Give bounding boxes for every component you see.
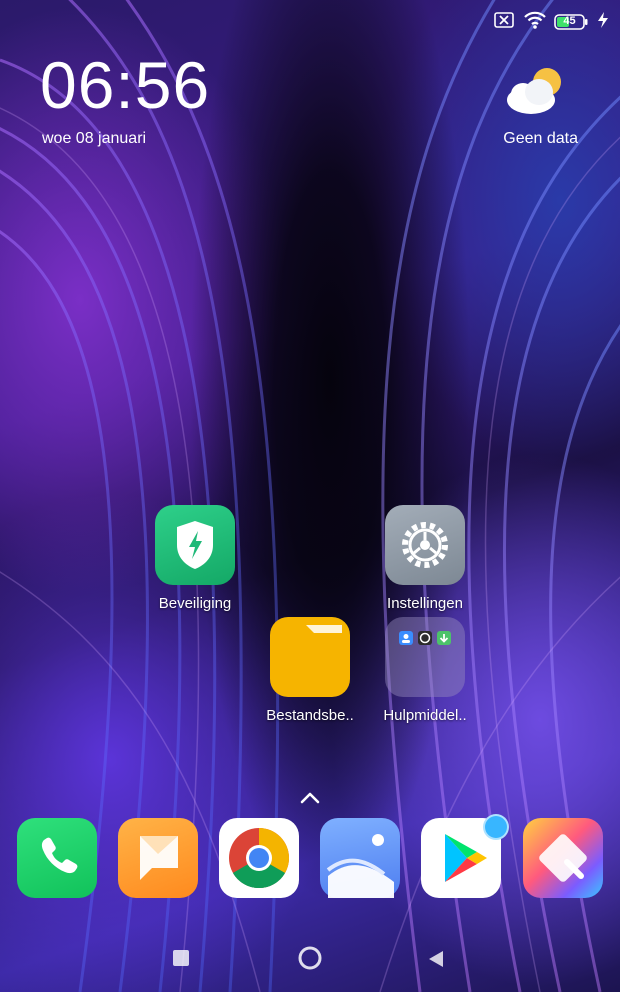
- wifi-icon: [524, 11, 546, 34]
- dock-chrome-icon[interactable]: [219, 818, 299, 898]
- battery-icon: 45: [554, 13, 588, 31]
- app-label: Bestandsbe..: [266, 707, 354, 724]
- dock-gallery-icon[interactable]: [320, 818, 400, 898]
- dock-messages-icon[interactable]: [118, 818, 198, 898]
- clock-date[interactable]: woe 08 januari: [42, 130, 146, 148]
- app-label: Hulpmiddel..: [383, 707, 467, 724]
- app-label: Instellingen: [387, 595, 463, 612]
- app-label: Beveiliging: [158, 595, 232, 612]
- charging-icon: [596, 11, 610, 34]
- recents-button[interactable]: [173, 950, 189, 971]
- back-button[interactable]: [428, 950, 444, 973]
- app-instellingen[interactable]: Instellingen: [370, 505, 480, 612]
- update-badge-icon: [483, 814, 509, 840]
- weather-widget[interactable]: [490, 64, 580, 121]
- gear-icon: [385, 505, 465, 585]
- tools-folder-icon: [385, 617, 465, 697]
- folder-icon: [270, 617, 350, 697]
- app-bestandsbeheer[interactable]: Bestandsbe..: [255, 617, 365, 724]
- dock-phone-icon[interactable]: [17, 818, 97, 898]
- partly-cloudy-icon: [503, 68, 567, 120]
- home-button[interactable]: [297, 945, 323, 976]
- status-bar: 45: [494, 10, 610, 34]
- battery-level: 45: [563, 15, 576, 27]
- app-drawer-chevron-icon[interactable]: [298, 790, 322, 811]
- sim-off-icon: [494, 11, 516, 33]
- dock-play-store-icon[interactable]: [421, 814, 509, 898]
- folder-hulpmiddelen[interactable]: Hulpmiddel..: [370, 617, 480, 724]
- security-shield-icon: [155, 505, 235, 585]
- clock-time[interactable]: 06:56: [40, 52, 210, 118]
- weather-label[interactable]: Geen data: [503, 130, 578, 148]
- app-beveiliging[interactable]: Beveiliging: [140, 505, 250, 612]
- dock-themes-icon[interactable]: [523, 818, 603, 898]
